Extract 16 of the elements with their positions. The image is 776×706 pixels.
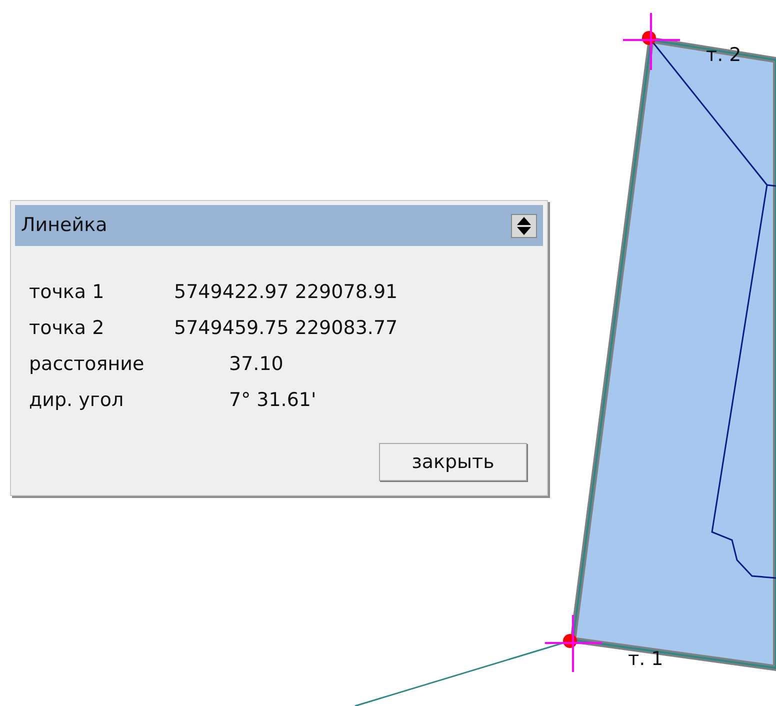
point-label: т. 2	[706, 46, 742, 65]
field-label: расстояние	[29, 352, 146, 377]
field-label: дир. угол	[29, 388, 125, 413]
point-label: т. 1	[628, 650, 664, 669]
vertex-marker	[545, 615, 602, 672]
field-value: 5749459.75 229083.77	[174, 316, 398, 341]
vertex-marker	[623, 13, 680, 70]
field-value: 5749422.97 229078.91	[174, 280, 398, 305]
collapse-toggle[interactable]	[511, 214, 537, 238]
dialog-title: Линейка	[21, 213, 108, 238]
field-value: 37.10	[229, 352, 284, 377]
field-label: точка 1	[29, 280, 106, 305]
close-button[interactable]: закрыть	[379, 443, 527, 481]
field-label: точка 2	[29, 316, 106, 341]
field-value: 7° 31.61'	[229, 388, 316, 413]
up-down-icon	[517, 216, 531, 234]
